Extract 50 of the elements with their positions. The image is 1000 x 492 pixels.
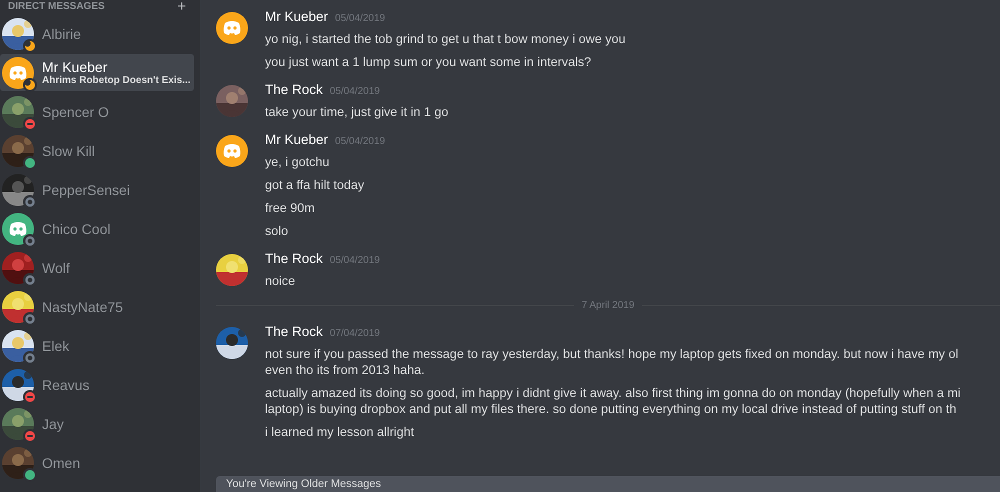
user-name: Wolf	[42, 260, 70, 276]
conversation-item[interactable]: NastyNate75	[0, 288, 194, 325]
message-text: solo	[265, 223, 290, 239]
conversation-item[interactable]: Elek	[0, 327, 194, 364]
author-name: Mr Kueber	[265, 9, 328, 24]
user-name: Mr Kueber	[42, 58, 108, 74]
user-name: Omen	[42, 454, 80, 470]
timestamp: 05/04/2019	[335, 13, 386, 24]
user-name: Spencer O	[42, 104, 109, 120]
message-text: i learned my lesson allright	[265, 424, 416, 440]
conversation-item[interactable]: Slow Kill	[0, 132, 194, 169]
user-status-text: Ahrims Robetop Doesn't Exis...	[42, 74, 191, 86]
user-name: NastyNate75	[42, 298, 123, 314]
message-text: you just want a 1 lump sum or you want some in intervals?	[265, 54, 592, 70]
conversation-item[interactable]: Reavus	[0, 366, 194, 403]
user-name: Reavus	[42, 376, 90, 392]
conversation-item[interactable]: Wolf	[0, 249, 194, 286]
message-text: noice	[265, 273, 296, 289]
add-button[interactable]: +	[177, 1, 186, 13]
author-name: The Rock	[265, 324, 323, 339]
message-text: got a ffa hilt today	[265, 177, 366, 193]
message-text: not sure if you passed the message to ray yesterday, but thanks! hope my laptop gets fixed on monday. but now i have my ol even tho its from 2013 haha.	[265, 346, 960, 378]
message-text: take your time, just give it in 1 go	[265, 104, 448, 120]
conversation-item[interactable]: Jay	[0, 405, 194, 442]
section-header: DIRECT MESSAGES	[8, 2, 105, 12]
timestamp: 05/04/2019	[330, 255, 380, 266]
message-text: yo nig, i started the tob grind to get u that t bow money i owe you	[265, 31, 626, 47]
user-name: Elek	[42, 338, 70, 354]
user-name: Jay	[42, 416, 64, 432]
older-messages-bar: You're Viewing Older Messages	[216, 476, 1000, 492]
timestamp: 05/04/2019	[335, 136, 386, 147]
conversation-item[interactable]: Chico Cool	[0, 210, 194, 247]
conversation-item[interactable]: PepperSensei	[0, 171, 194, 208]
conversation-item[interactable]: Omen	[0, 444, 194, 481]
message-text: ye, i gotchu	[265, 154, 330, 170]
user-name: Chico Cool	[42, 220, 110, 236]
conversation-item[interactable]: Albirie	[0, 15, 194, 52]
message-text: free 90m	[265, 200, 316, 216]
user-name: Slow Kill	[42, 142, 95, 158]
author-name: Mr Kueber	[265, 132, 328, 147]
user-name: Albirie	[42, 26, 81, 42]
conversation-item[interactable]: Spencer O	[0, 93, 194, 130]
message-text: actually amazed its doing so good, im happy i didnt give it away. also first thing im gonna do on monday (hopefully when a mi laptop) is buying dropbox and put all my files there. so done putting everything on my local drive instead of putting stuff on th	[265, 385, 961, 417]
timestamp: 07/04/2019	[330, 328, 380, 339]
timestamp: 05/04/2019	[330, 86, 380, 97]
author-name: The Rock	[265, 82, 323, 97]
conversation-item[interactable]: Mr Kueber Ahrims Robetop Doesn't Exis...	[0, 54, 194, 91]
user-name: PepperSensei	[42, 182, 130, 198]
date-divider: 7 April 2019	[582, 300, 634, 311]
author-name: The Rock	[265, 251, 323, 266]
